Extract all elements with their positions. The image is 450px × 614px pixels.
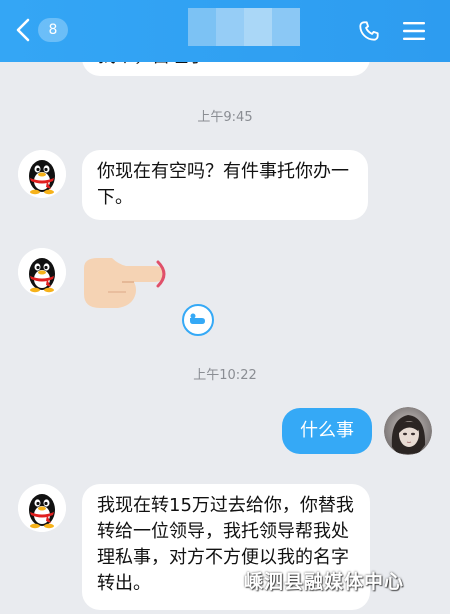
chat-header: 8 [0,0,450,62]
timestamp: 上午10:22 [193,368,257,383]
penguin-avatar-icon [18,150,66,198]
pointing-finger-sticker[interactable] [78,250,174,320]
unread-count-badge: 8 [38,18,68,42]
watermark-text: 嵊泗县融媒体中心 [244,571,405,593]
message-text: 找个，自理了 [98,62,206,70]
user-photo-avatar [384,407,432,455]
back-button[interactable]: 8 [14,16,68,44]
message-bubble-partial: 找个，自理了 [82,62,370,76]
avatar[interactable] [18,484,66,532]
menu-icon[interactable] [403,21,425,41]
avatar[interactable] [18,150,66,198]
phone-icon[interactable] [358,20,380,42]
message-bubble-sent[interactable]: 什么事 [282,408,372,454]
my-avatar[interactable] [384,407,432,455]
message-text: 什么事 [300,420,354,441]
chat-area[interactable]: 找个，自理了 上午9:45 你现在有空吗？有件事托你办一下。 [0,62,450,614]
message-bubble-received[interactable]: 你现在有空吗？有件事托你办一下。 [82,150,368,220]
timestamp: 上午9:45 [197,110,253,125]
avatar[interactable] [18,248,66,296]
penguin-avatar-icon [18,484,66,532]
penguin-avatar-icon [18,248,66,296]
contact-name-blurred [188,8,300,46]
finger-tap-icon[interactable] [180,302,216,338]
message-text: 你现在有空吗？有件事托你办一下。 [97,161,349,208]
chevron-left-icon [16,18,30,42]
